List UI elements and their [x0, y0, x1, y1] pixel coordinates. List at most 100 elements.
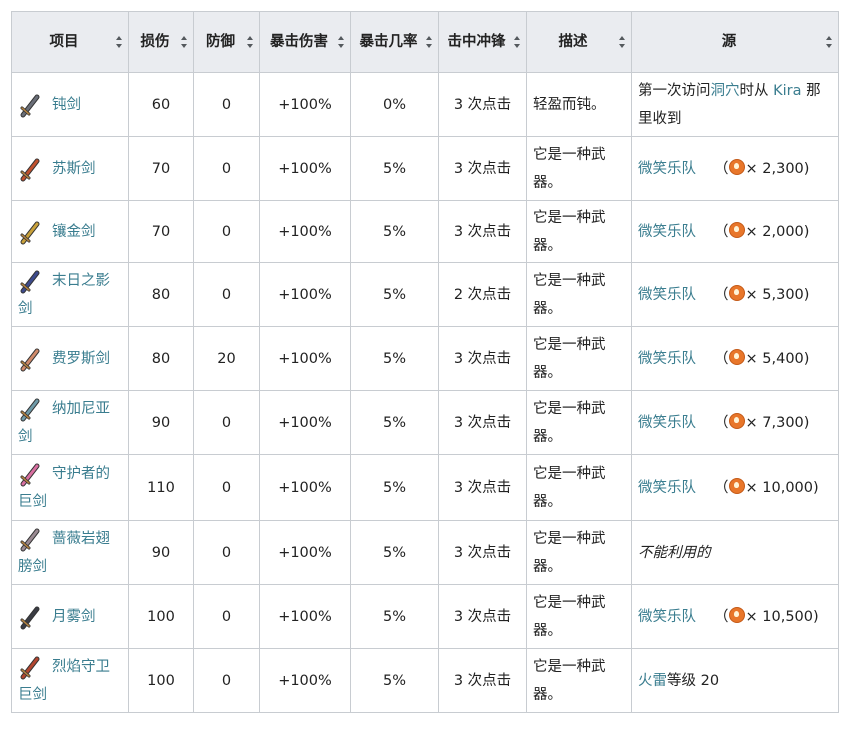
column-header-charge[interactable]: 击中冲锋 — [438, 11, 527, 73]
cell-source: 微笑乐队 （ × 2,000) — [631, 200, 839, 263]
price-open-paren: （ — [714, 160, 729, 177]
sort-icon[interactable] — [619, 36, 626, 48]
table-row: 蔷薇岩翅膀剑 90 0 +100% 5% 3 次点击 它是一种武器。 不能利用的 — [11, 520, 839, 585]
coin-icon — [728, 606, 745, 623]
cell-description: 它是一种武器。 — [526, 200, 632, 263]
cell-charge: 3 次点击 — [438, 454, 527, 521]
weapons-table-container: 项目 损伤 防御 暴击伤害 暴击几率 击中冲锋 描述源 钝剑 60 0 +100% 0% 3 次点击轻… — [11, 11, 839, 713]
cell-description: 它是一种武器。 — [526, 584, 632, 649]
sort-icon[interactable] — [116, 36, 123, 48]
shop-link[interactable]: 微笑乐队 — [638, 161, 696, 177]
cell-defense: 0 — [193, 520, 260, 585]
column-header-item[interactable]: 项目 — [11, 11, 129, 73]
table-row: 苏斯剑 70 0 +100% 5% 3 次点击 它是一种武器。 微笑乐队 （ × 2,300) — [11, 136, 839, 201]
shop-link[interactable]: 微笑乐队 — [638, 287, 696, 303]
cell-source: 微笑乐队 （ × 10,000) — [631, 454, 839, 521]
cell-crit-damage: +100% — [259, 72, 351, 137]
table-row: 钝剑 60 0 +100% 0% 3 次点击 轻盈而钝。 第一次访问洞穴时从 Kira 那里收… — [11, 72, 839, 137]
shop-link[interactable]: 微笑乐队 — [638, 224, 696, 240]
column-header-crit-chance[interactable]: 暴击几率 — [350, 11, 439, 73]
sort-icon[interactable] — [826, 36, 833, 48]
cell-charge: 3 次点击 — [438, 72, 527, 137]
price-open-paren: （ — [714, 479, 729, 496]
cell-source: 微笑乐队 （ × 7,300) — [631, 390, 839, 455]
item-name-link[interactable]: 费罗斯剑 — [52, 351, 110, 367]
sword-icon — [18, 525, 42, 553]
cell-charge: 3 次点击 — [438, 326, 527, 391]
sword-icon — [18, 395, 42, 423]
sort-icon[interactable] — [514, 36, 521, 48]
cell-crit-chance: 5% — [350, 326, 439, 391]
cell-crit-chance: 5% — [350, 648, 439, 713]
cell-description: 它是一种武器。 — [526, 262, 632, 327]
cell-source: 微笑乐队 （ × 2,300) — [631, 136, 839, 201]
column-header-damage[interactable]: 损伤 — [128, 11, 194, 73]
coin-icon — [728, 348, 745, 365]
column-header-description[interactable]: 描述 — [526, 11, 632, 73]
column-header-crit-damage[interactable]: 暴击伤害 — [259, 11, 351, 73]
column-header-label: 项目 — [49, 34, 79, 50]
cell-charge: 3 次点击 — [438, 200, 527, 263]
cell-damage: 60 — [128, 72, 194, 137]
sword-icon — [18, 91, 42, 119]
source-text: 时从 — [739, 82, 774, 99]
item-name-link[interactable]: 月雾剑 — [52, 609, 96, 625]
column-header-label: 源 — [721, 34, 737, 50]
cell-defense: 0 — [193, 136, 260, 201]
cell-defense: 0 — [193, 200, 260, 263]
cell-damage: 80 — [128, 262, 194, 327]
cell-source: 微笑乐队 （ × 10,500) — [631, 584, 839, 649]
cell-crit-damage: +100% — [259, 326, 351, 391]
kira-link[interactable]: Kira — [773, 83, 801, 99]
shop-link[interactable]: 微笑乐队 — [638, 415, 696, 431]
cell-defense: 0 — [193, 584, 260, 649]
sort-icon[interactable] — [181, 36, 188, 48]
cell-defense: 0 — [193, 648, 260, 713]
cave-link[interactable]: 洞穴 — [711, 83, 740, 99]
table-row: 末日之影剑 80 0 +100% 5% 2 次点击 它是一种武器。 微笑乐队 （ × 5,300) — [11, 262, 839, 327]
cell-source: 第一次访问洞穴时从 Kira 那里收到 — [631, 72, 839, 137]
cell-crit-chance: 5% — [350, 200, 439, 263]
sort-icon[interactable] — [338, 36, 345, 48]
price-open-paren: （ — [714, 414, 729, 431]
cell-item: 苏斯剑 — [11, 136, 129, 201]
table-row: 守护者的巨剑 110 0 +100% 5% 3 次点击 它是一种武器。 微笑乐队 （ × 10,0… — [11, 454, 839, 521]
cell-description: 它是一种武器。 — [526, 390, 632, 455]
shop-link[interactable]: 微笑乐队 — [638, 351, 696, 367]
location-link[interactable]: 火雷 — [638, 673, 667, 689]
cell-item: 月雾剑 — [11, 584, 129, 649]
cell-charge: 2 次点击 — [438, 262, 527, 327]
sword-icon — [18, 155, 42, 183]
sort-icon[interactable] — [426, 36, 433, 48]
item-name-link[interactable]: 钝剑 — [52, 97, 81, 113]
column-header-source[interactable]: 源 — [631, 11, 839, 73]
column-header-label: 暴击几率 — [359, 34, 418, 50]
cell-description: 它是一种武器。 — [526, 648, 632, 713]
price-value: × 2,300) — [745, 160, 810, 177]
sword-icon — [18, 267, 42, 295]
cell-defense: 0 — [193, 454, 260, 521]
sword-icon — [18, 218, 42, 246]
cell-charge: 3 次点击 — [438, 136, 527, 201]
table-row: 月雾剑 100 0 +100% 5% 3 次点击 它是一种武器。 微笑乐队 （ × 10,500) — [11, 584, 839, 649]
cell-crit-chance: 0% — [350, 72, 439, 137]
level-text: 等级 20 — [667, 672, 720, 689]
cell-crit-damage: +100% — [259, 200, 351, 263]
item-name-link[interactable]: 苏斯剑 — [52, 161, 96, 177]
column-header-label: 描述 — [558, 34, 588, 50]
header-row: 项目 损伤 防御 暴击伤害 暴击几率 击中冲锋 描述 源 — [11, 11, 839, 73]
sort-icon[interactable] — [247, 36, 254, 48]
cell-damage: 90 — [128, 520, 194, 585]
weapons-table: 项目 损伤 防御 暴击伤害 暴击几率 击中冲锋 描述源 钝剑 60 0 +100% 0% 3 次点击轻… — [11, 11, 839, 713]
cell-charge: 3 次点击 — [438, 648, 527, 713]
shop-link[interactable]: 微笑乐队 — [638, 480, 696, 496]
cell-damage: 70 — [128, 136, 194, 201]
cell-description: 它是一种武器。 — [526, 136, 632, 201]
source-text: 第一次访问 — [638, 82, 711, 99]
shop-link[interactable]: 微笑乐队 — [638, 609, 696, 625]
cell-charge: 3 次点击 — [438, 584, 527, 649]
item-name-link[interactable]: 镶金剑 — [52, 224, 96, 240]
sword-icon — [18, 460, 42, 488]
column-header-defense[interactable]: 防御 — [193, 11, 260, 73]
cell-crit-chance: 5% — [350, 136, 439, 201]
